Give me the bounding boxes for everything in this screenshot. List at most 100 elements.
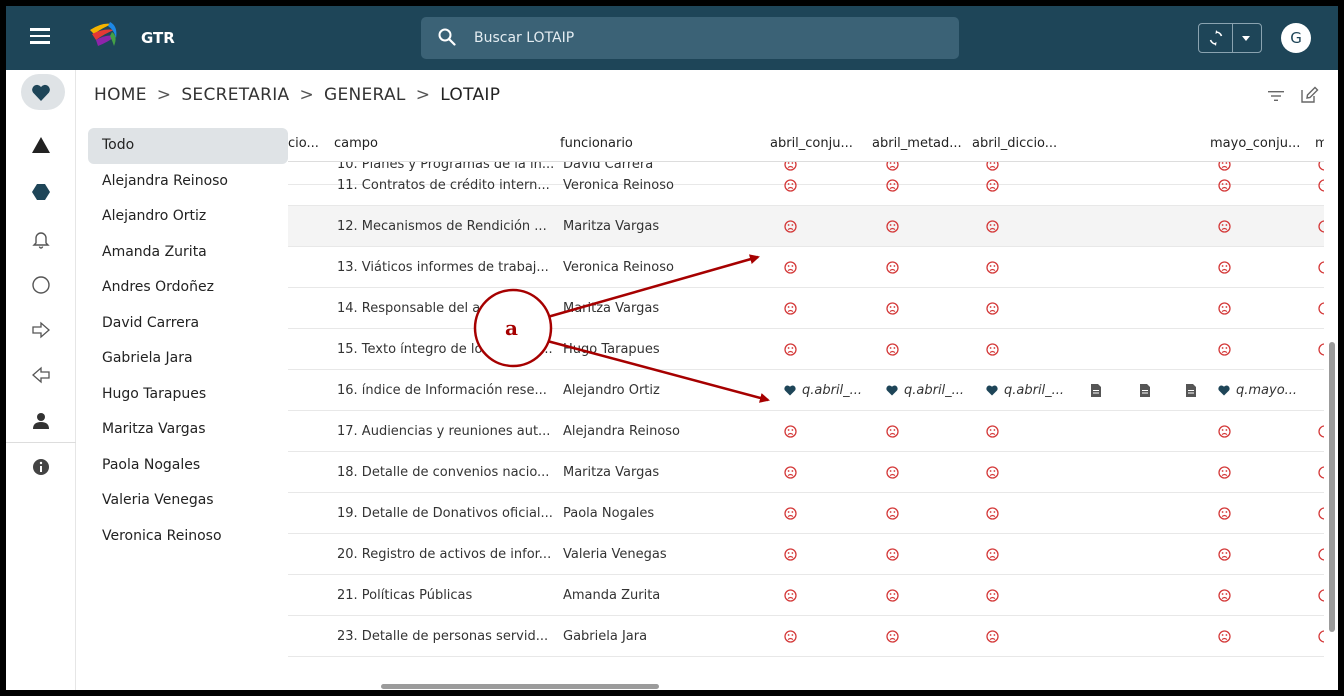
sad-face-icon[interactable] (1218, 302, 1231, 315)
sad-face-icon[interactable] (1218, 507, 1231, 520)
sad-face-icon[interactable] (784, 302, 797, 315)
sad-face-icon[interactable] (886, 548, 899, 561)
sad-face-icon[interactable] (1318, 179, 1324, 192)
sad-face-icon[interactable] (986, 261, 999, 274)
rail-item-circle[interactable] (6, 266, 76, 302)
column-header[interactable]: funcionario (560, 136, 633, 151)
sad-face-icon[interactable] (784, 507, 797, 520)
sad-face-icon[interactable] (1318, 302, 1324, 315)
table-row[interactable]: 19. Detalle de Donativos oficial... Paola… (288, 493, 1324, 534)
column-header[interactable]: campo (334, 136, 378, 151)
table-row[interactable]: 14. Responsable del a... Maritza Vargas (288, 288, 1324, 329)
rail-item-notifications[interactable] (6, 220, 76, 256)
scrollbar-thumb[interactable] (381, 684, 659, 689)
rail-item-favorites[interactable] (6, 74, 76, 110)
sad-face-icon[interactable] (1218, 466, 1231, 479)
sad-face-icon[interactable] (1318, 507, 1324, 520)
sad-face-icon[interactable] (986, 548, 999, 561)
rail-item-triangle[interactable] (6, 126, 76, 162)
sad-face-icon[interactable] (986, 220, 999, 233)
user-item-todo[interactable]: Todo (88, 128, 288, 164)
user-item[interactable]: Alejandra Reinoso (88, 164, 288, 200)
sad-face-icon[interactable] (886, 261, 899, 274)
rail-item-info[interactable] (6, 448, 76, 484)
table-row[interactable]: 23. Detalle de personas servid... Gabriel… (288, 616, 1324, 657)
table-row[interactable]: 20. Registro de activos de infor... Valer… (288, 534, 1324, 575)
sad-face-icon[interactable] (886, 425, 899, 438)
vertical-scrollbar[interactable] (1326, 124, 1338, 690)
table-row[interactable]: 13. Viáticos informes de trabaj... Veroni… (288, 247, 1324, 288)
sad-face-icon[interactable] (1218, 548, 1231, 561)
sad-face-icon[interactable] (784, 220, 797, 233)
column-header[interactable]: mayo_conju... (1210, 136, 1300, 151)
document-icon[interactable] (1091, 384, 1101, 397)
column-header[interactable]: cio... (288, 136, 319, 151)
sad-face-icon[interactable] (784, 179, 797, 192)
table-row[interactable]: 11. Contratos de crédito intern... Veroni… (288, 165, 1324, 206)
cell-file-value[interactable]: q.abril_... (886, 383, 964, 398)
menu-icon[interactable] (30, 28, 50, 44)
sad-face-icon[interactable] (1318, 589, 1324, 602)
sad-face-icon[interactable] (986, 466, 999, 479)
sad-face-icon[interactable] (784, 589, 797, 602)
sad-face-icon[interactable] (1318, 466, 1324, 479)
sad-face-icon[interactable] (1218, 261, 1231, 274)
search-bar[interactable]: Buscar LOTAIP (421, 17, 959, 59)
column-header[interactable]: abril_metad... (872, 136, 962, 151)
search-placeholder[interactable]: Buscar LOTAIP (474, 30, 574, 46)
sad-face-icon[interactable] (1318, 220, 1324, 233)
rail-item-hexagon[interactable] (6, 173, 76, 209)
cell-file-value[interactable]: q.abril_... (784, 383, 862, 398)
sad-face-icon[interactable] (1318, 261, 1324, 274)
sad-face-icon[interactable] (886, 179, 899, 192)
sad-face-icon[interactable] (784, 343, 797, 356)
document-icon[interactable] (1140, 384, 1150, 397)
scrollbar-thumb[interactable] (1329, 342, 1335, 632)
user-item[interactable]: Amanda Zurita (88, 235, 288, 271)
cell-file-value[interactable]: q.mayo... (1218, 383, 1297, 398)
sad-face-icon[interactable] (784, 425, 797, 438)
table-row[interactable]: 17. Audiencias y reuniones aut... Alejand… (288, 411, 1324, 452)
sad-face-icon[interactable] (784, 261, 797, 274)
document-icon[interactable] (1186, 384, 1196, 397)
user-item[interactable]: Paola Nogales (88, 448, 288, 484)
sad-face-icon[interactable] (986, 179, 999, 192)
user-item[interactable]: Maritza Vargas (88, 412, 288, 448)
sad-face-icon[interactable] (1218, 425, 1231, 438)
sad-face-icon[interactable] (886, 302, 899, 315)
sad-face-icon[interactable] (886, 507, 899, 520)
table-row[interactable]: 21. Políticas Públicas Amanda Zurita (288, 575, 1324, 616)
sad-face-icon[interactable] (886, 466, 899, 479)
column-header[interactable]: m (1315, 136, 1324, 151)
breadcrumb-home[interactable]: HOME (94, 85, 147, 105)
filter-icon[interactable] (1268, 90, 1284, 102)
rail-item-user[interactable] (6, 402, 76, 438)
sad-face-icon[interactable] (986, 425, 999, 438)
column-header[interactable]: abril_diccio... (972, 136, 1057, 151)
sad-face-icon[interactable] (1218, 220, 1231, 233)
sad-face-icon[interactable] (1318, 548, 1324, 561)
rail-item-forward[interactable] (6, 311, 76, 347)
sad-face-icon[interactable] (986, 507, 999, 520)
breadcrumb-general[interactable]: GENERAL (324, 85, 406, 105)
cell-file-value[interactable]: q.abril_... (986, 383, 1064, 398)
sad-face-icon[interactable] (986, 343, 999, 356)
sad-face-icon[interactable] (886, 630, 899, 643)
horizontal-scrollbar[interactable] (296, 682, 1326, 690)
sync-button-group[interactable] (1198, 23, 1262, 53)
sad-face-icon[interactable] (1318, 343, 1324, 356)
sad-face-icon[interactable] (986, 589, 999, 602)
sad-face-icon[interactable] (784, 466, 797, 479)
column-header[interactable]: abril_conju... (770, 136, 853, 151)
sad-face-icon[interactable] (784, 630, 797, 643)
caret-down-icon[interactable] (1242, 36, 1250, 41)
sad-face-icon[interactable] (886, 220, 899, 233)
user-item[interactable]: Hugo Tarapues (88, 377, 288, 413)
table-row[interactable]: 15. Texto íntegro de los contrat... Hugo … (288, 329, 1324, 370)
sad-face-icon[interactable] (1218, 343, 1231, 356)
breadcrumb-secretaria[interactable]: SECRETARIA (181, 85, 289, 105)
sad-face-icon[interactable] (1218, 589, 1231, 602)
sad-face-icon[interactable] (784, 548, 797, 561)
sad-face-icon[interactable] (986, 302, 999, 315)
sync-icon[interactable] (1208, 30, 1224, 46)
